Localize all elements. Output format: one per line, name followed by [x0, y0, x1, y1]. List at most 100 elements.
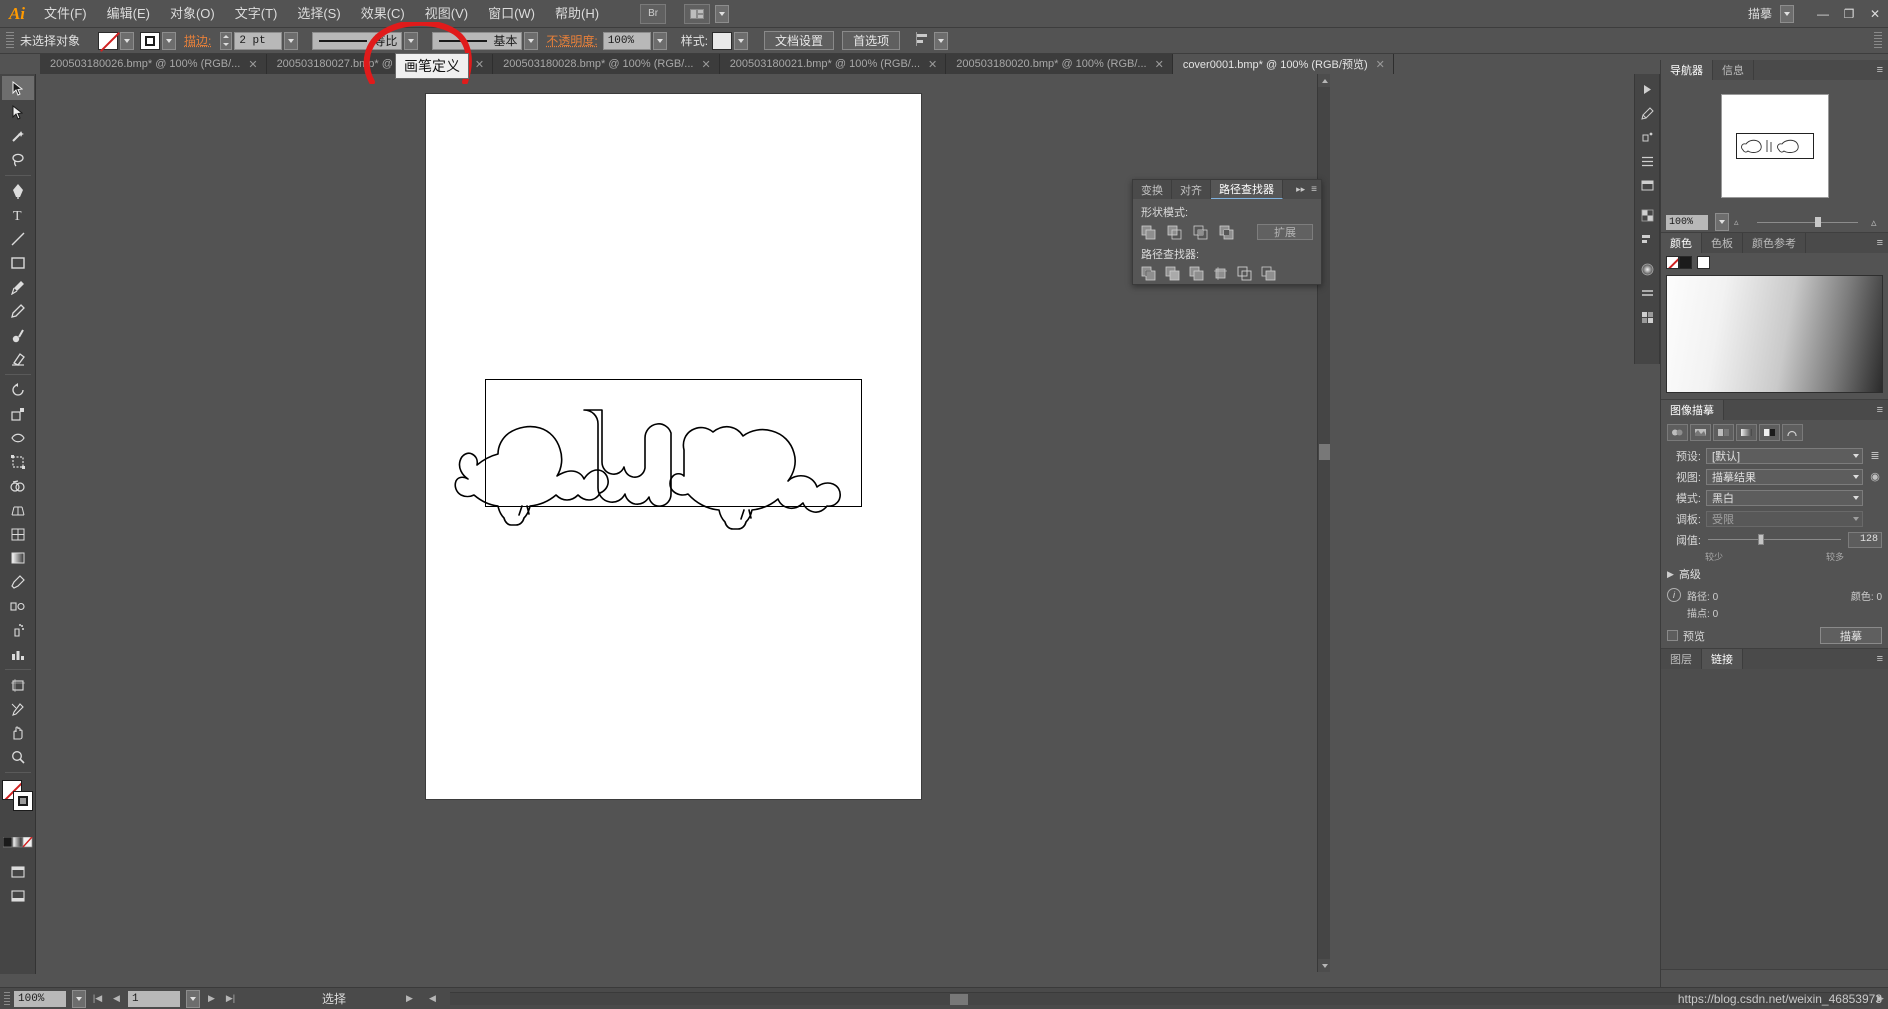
align-dropdown-arrow[interactable] [934, 31, 949, 50]
palette-combo[interactable]: 受限 [1706, 510, 1863, 527]
menu-help[interactable]: 帮助(H) [545, 0, 609, 28]
opacity-label[interactable]: 不透明度: [546, 32, 597, 49]
low-color-icon[interactable] [1713, 424, 1734, 441]
graphic-style-dropdown-arrow[interactable] [734, 31, 749, 50]
color-panel-menu-icon[interactable]: ≡ [1877, 233, 1888, 253]
restore-button[interactable]: ❐ [1836, 3, 1862, 25]
document-tab[interactable]: 200503180028.bmp* @ 100% (RGB/... ✕ [493, 54, 720, 74]
document-tab[interactable]: 200503180026.bmp* @ 100% (RGB/... ✕ [40, 54, 267, 74]
unite-icon[interactable] [1141, 225, 1156, 240]
shape-builder-tool[interactable] [2, 474, 34, 498]
arrange-dropdown-arrow[interactable] [715, 4, 730, 23]
view-eye-icon[interactable]: ◉ [1868, 470, 1882, 483]
next-page-icon[interactable]: ▶ [204, 991, 219, 1007]
navigator-zoom-dropdown-arrow[interactable] [1715, 213, 1729, 231]
line-segment-tool[interactable] [2, 227, 34, 251]
column-graph-tool[interactable] [2, 642, 34, 666]
close-button[interactable]: ✕ [1862, 3, 1888, 25]
tab-transform[interactable]: 变换 [1133, 180, 1172, 199]
vertical-scroll-thumb[interactable] [1319, 444, 1330, 460]
navigator-view-box[interactable] [1735, 133, 1814, 159]
view-combo[interactable]: 描摹结果 [1706, 468, 1863, 485]
scale-tool[interactable] [2, 402, 34, 426]
magic-wand-tool[interactable] [2, 124, 34, 148]
document-tab[interactable]: 200503180021.bmp* @ 100% (RGB/... ✕ [719, 54, 947, 74]
eraser-tool[interactable] [2, 347, 34, 371]
white-swatch[interactable] [1697, 256, 1710, 269]
menu-view[interactable]: 视图(V) [415, 0, 478, 28]
color-mode-swatches[interactable] [2, 830, 34, 854]
close-icon[interactable]: ✕ [1376, 58, 1385, 71]
type-tool[interactable]: T [2, 203, 34, 227]
merge-icon[interactable] [1189, 266, 1204, 281]
exclude-icon[interactable] [1219, 225, 1234, 240]
tab-info[interactable]: 信息 [1713, 60, 1754, 80]
document-tab-active[interactable]: cover0001.bmp* @ 100% (RGB/预览) ✕ [1172, 54, 1394, 74]
menu-type[interactable]: 文字(T) [225, 0, 288, 28]
image-trace-panel-menu-icon[interactable]: ≡ [1877, 400, 1888, 420]
tab-pathfinder[interactable]: 路径查找器 [1211, 180, 1283, 199]
minimize-button[interactable]: — [1810, 3, 1836, 25]
mesh-tool[interactable] [2, 522, 34, 546]
first-page-icon[interactable]: |◀ [90, 991, 105, 1007]
opacity-dropdown-arrow[interactable] [652, 31, 667, 50]
black-swatch[interactable] [1679, 256, 1692, 269]
hand-tool[interactable] [2, 721, 34, 745]
tab-layers[interactable]: 图层 [1661, 649, 1702, 669]
close-icon[interactable]: ✕ [248, 58, 257, 71]
fill-dropdown-arrow[interactable] [120, 31, 135, 50]
bridge-icon[interactable]: Br [640, 3, 667, 24]
close-icon[interactable]: ✕ [1155, 58, 1164, 71]
threshold-input[interactable]: 128 [1848, 531, 1882, 548]
menu-window[interactable]: 窗口(W) [478, 0, 545, 28]
document-horizontal-scrollbar[interactable] [449, 992, 1869, 1005]
blob-brush-tool[interactable] [2, 323, 34, 347]
tab-image-trace[interactable]: 图像描摹 [1661, 400, 1724, 420]
stroke-swatch[interactable] [140, 31, 161, 50]
navigator-zoom-slider[interactable] [1749, 215, 1866, 229]
stroke-weight-stepper[interactable] [220, 31, 233, 50]
tab-align[interactable]: 对齐 [1172, 180, 1211, 199]
collapse-icon[interactable]: ▸▸ [1296, 184, 1305, 195]
align-icon[interactable] [916, 32, 932, 49]
minus-front-icon[interactable] [1167, 225, 1182, 240]
preview-checkbox[interactable] [1667, 630, 1678, 641]
workspace-dropdown-arrow[interactable] [1780, 4, 1794, 23]
crop-icon[interactable] [1213, 266, 1228, 281]
fill-swatch[interactable] [98, 31, 119, 50]
threshold-knob[interactable] [1758, 534, 1765, 545]
transparency-icon[interactable] [1636, 204, 1658, 226]
horizontal-scroll-thumb[interactable] [949, 994, 968, 1005]
last-page-icon[interactable]: ▶| [223, 991, 238, 1007]
align-panel-icon[interactable] [1636, 228, 1658, 250]
zoom-level-input[interactable]: 100% [14, 990, 66, 1007]
menu-effect[interactable]: 效果(C) [351, 0, 415, 28]
preferences-button[interactable]: 首选项 [842, 31, 901, 50]
control-bar-overflow[interactable] [1874, 31, 1882, 50]
outline-trace-icon[interactable] [1782, 424, 1803, 441]
paintbrush-tool[interactable] [2, 275, 34, 299]
selection-tool[interactable] [1, 76, 34, 100]
preset-combo[interactable]: [默认] [1706, 447, 1863, 464]
scroll-up-arrow[interactable] [1318, 74, 1330, 87]
expand-button[interactable]: 扩展 [1257, 224, 1313, 240]
preset-menu-icon[interactable]: ≣ [1868, 449, 1882, 462]
stroke-panel-icon[interactable] [1636, 282, 1658, 304]
close-icon[interactable]: ✕ [701, 58, 710, 71]
divide-icon[interactable] [1141, 266, 1156, 281]
workspace-label[interactable]: 描摹 [1742, 5, 1778, 22]
pen-tool[interactable] [2, 179, 34, 203]
list-icon[interactable] [1636, 150, 1658, 172]
zoom-tool[interactable] [2, 745, 34, 769]
menu-object[interactable]: 对象(O) [160, 0, 225, 28]
navigator-panel-menu-icon[interactable]: ≡ [1877, 60, 1888, 80]
status-text[interactable]: 选择 [322, 990, 346, 1007]
status-expand-arrow[interactable]: ▶ [406, 993, 413, 1004]
graphic-style-swatch[interactable] [712, 31, 733, 50]
brush-definition-combo[interactable]: 基本 [432, 31, 523, 50]
grayscale-icon[interactable] [1736, 424, 1757, 441]
tab-links[interactable]: 链接 [1702, 649, 1743, 669]
fill-stroke-swatches[interactable] [1, 780, 35, 824]
slider-knob[interactable] [1814, 217, 1821, 227]
play-icon[interactable] [1636, 78, 1658, 100]
